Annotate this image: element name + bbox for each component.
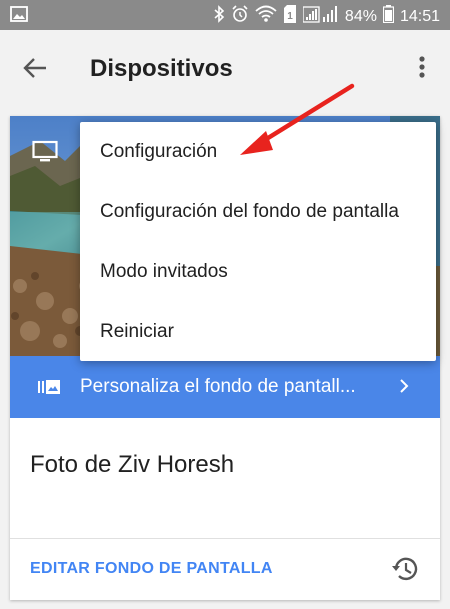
banner-label: Personaliza el fondo de pantall...: [80, 376, 356, 397]
sim-icon: 1: [283, 5, 297, 28]
menu-item-wallpaper-settings[interactable]: Configuración del fondo de pantalla: [80, 182, 436, 242]
photo-gallery-icon: [38, 378, 60, 401]
app-bar: Dispositivos: [0, 30, 450, 108]
chevron-right-icon: [398, 377, 410, 400]
more-vert-icon[interactable]: [412, 54, 432, 82]
alarm-icon: [231, 5, 249, 28]
menu-item-reboot[interactable]: Reiniciar: [80, 302, 436, 362]
clock: 14:51: [399, 7, 440, 25]
photo-credit: Foto de Ziv Horesh: [30, 451, 235, 478]
device-options-menu: Configuración Configuración del fondo de…: [80, 122, 436, 361]
menu-item-guest-mode[interactable]: Modo invitados: [80, 242, 436, 302]
battery-percent: 84%: [344, 7, 377, 25]
svg-text:1: 1: [287, 11, 293, 22]
menu-item-settings[interactable]: Configuración: [80, 122, 436, 182]
status-bar: 1 84% 14:51: [0, 0, 450, 30]
edit-wallpaper-button[interactable]: EDITAR FONDO DE PANTALLA: [30, 560, 273, 578]
gallery-notification-icon: [10, 6, 28, 27]
battery-icon: [382, 5, 395, 28]
customize-wallpaper-banner[interactable]: Personaliza el fondo de pantall...: [10, 356, 440, 418]
back-arrow-icon[interactable]: [22, 54, 50, 82]
page-title: Dispositivos: [90, 55, 233, 82]
wifi-icon: [255, 5, 277, 28]
history-icon[interactable]: [390, 554, 420, 589]
divider: [10, 538, 440, 539]
signal-icon: [302, 5, 339, 28]
tv-icon: [32, 140, 58, 169]
bluetooth-icon: [213, 5, 225, 28]
